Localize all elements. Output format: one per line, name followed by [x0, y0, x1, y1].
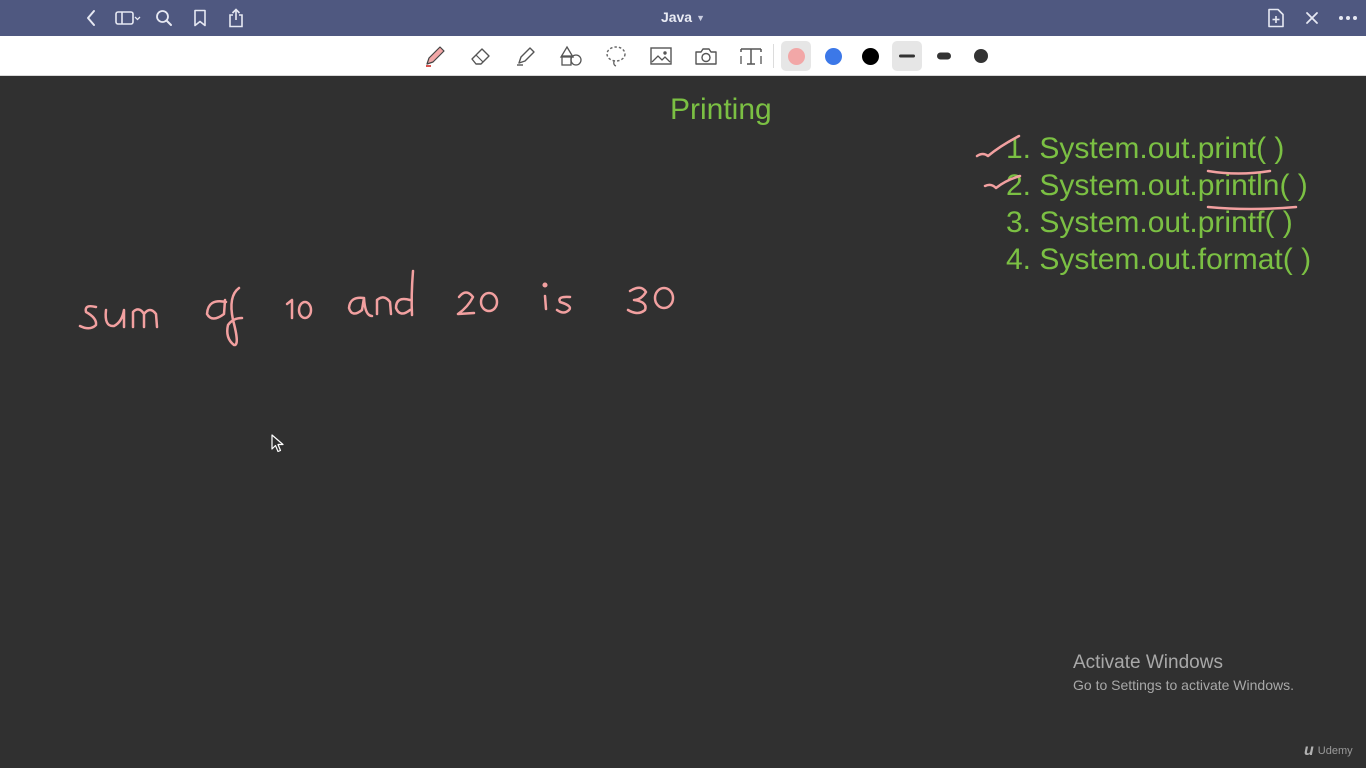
method-list: 1. System.out.print( ) 2. System.out.pri…: [1006, 130, 1311, 278]
swatch-fill: [824, 47, 842, 65]
udemy-label: Udemy: [1317, 745, 1353, 757]
more-icon[interactable]: [1337, 7, 1359, 29]
document-title[interactable]: Java ▼: [0, 9, 1366, 25]
watermark-title: Activate Windows: [1073, 652, 1223, 673]
drawing-toolbar: [0, 36, 1366, 76]
toolbar-divider: [773, 44, 774, 68]
camera-icon[interactable]: [691, 41, 721, 71]
udemy-logo-icon: u: [1304, 742, 1314, 759]
mouse-cursor: [271, 434, 284, 453]
method-item: 4. System.out.format( ): [1006, 243, 1312, 276]
new-page-icon[interactable]: [1265, 7, 1287, 29]
swatch-fill: [861, 47, 879, 65]
stroke-width-thick[interactable]: [966, 41, 996, 71]
method-item: 2. System.out.println( ): [1006, 169, 1308, 202]
method-item: 1. System.out.print( ): [1006, 132, 1285, 165]
lasso-icon[interactable]: [601, 41, 631, 71]
udemy-watermark: u Udemy: [1304, 742, 1353, 760]
highlighter-icon[interactable]: [511, 41, 541, 71]
chevron-down-icon: ▼: [696, 13, 706, 23]
stroke-width-thin[interactable]: [892, 41, 922, 71]
eraser-icon[interactable]: [466, 41, 496, 71]
close-icon[interactable]: [1301, 7, 1323, 29]
image-icon[interactable]: [646, 41, 676, 71]
color-swatch-blue[interactable]: [818, 41, 848, 71]
swatch-fill: [787, 47, 805, 65]
watermark-subtitle: Go to Settings to activate Windows.: [1073, 677, 1294, 693]
text-icon[interactable]: [736, 41, 766, 71]
shapes-icon[interactable]: [556, 41, 586, 71]
color-swatch-pink[interactable]: [781, 41, 811, 71]
title-bar: Java ▼: [0, 0, 1366, 36]
note-heading: Printing: [670, 93, 772, 126]
stroke-width-medium[interactable]: [929, 41, 959, 71]
color-swatch-black[interactable]: [855, 41, 885, 71]
method-item: 3. System.out.printf( ): [1006, 206, 1293, 239]
pen-icon[interactable]: [420, 41, 450, 71]
activation-watermark: Activate Windows Go to Settings to activ…: [1073, 652, 1294, 693]
